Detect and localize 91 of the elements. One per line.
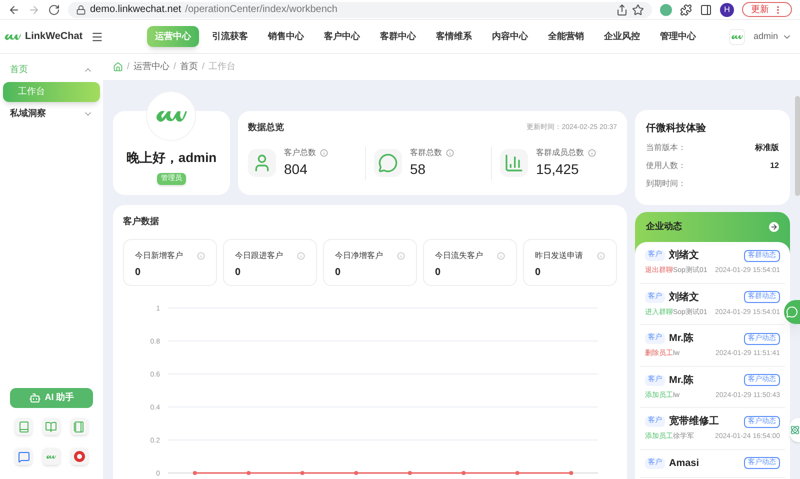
chat-bubble-icon [786, 306, 798, 318]
info-label: 使用人数： [646, 160, 686, 172]
nav-tab[interactable]: 全能营销 [541, 26, 591, 47]
data-point [569, 470, 574, 474]
stat-value: 15,425 [536, 160, 580, 178]
panel-title: 企业动态 [646, 220, 682, 234]
breadcrumb-separator: / [202, 60, 205, 74]
customer-name: Amasi [669, 456, 700, 470]
puzzle-icon[interactable] [680, 4, 692, 16]
info-icon[interactable] [497, 252, 505, 260]
update-button[interactable]: 更新 [742, 2, 792, 17]
greeting: 晚上好，admin [126, 148, 217, 166]
metric-value: 0 [535, 266, 542, 280]
nav-tab[interactable]: 管理中心 [653, 26, 703, 47]
data-point [300, 470, 304, 474]
notebook-icon[interactable] [70, 418, 88, 435]
forward-icon[interactable] [28, 4, 40, 16]
metric-label: 今日净增客户 [335, 250, 383, 262]
book-icon[interactable] [15, 418, 32, 435]
info-value: 标准版 [755, 142, 779, 154]
data-point [408, 470, 412, 474]
metric-label: 今日跟进客户 [235, 250, 283, 262]
info-icon[interactable] [588, 148, 596, 156]
nav-tab[interactable]: 客户中心 [317, 26, 367, 47]
metric-value: 0 [235, 266, 242, 280]
open-book-icon[interactable] [42, 418, 60, 435]
data-point [192, 470, 197, 474]
metric-label: 今日新增客户 [135, 250, 183, 262]
nav-tab[interactable]: 内容中心 [485, 26, 535, 47]
metric-value: 0 [135, 266, 142, 280]
back-icon[interactable] [8, 4, 20, 16]
atom-icon [790, 425, 800, 435]
user-name[interactable]: admin [753, 30, 778, 44]
metric-value: 0 [435, 266, 442, 280]
logo-icon [731, 32, 744, 40]
reload-icon[interactable] [48, 4, 60, 16]
stat-label: 客户总数 [284, 146, 316, 158]
robot-icon [28, 392, 41, 404]
customer-name: 刘绪文 [669, 290, 700, 304]
profile-avatar[interactable]: H [720, 2, 734, 16]
breadcrumb-item: 工作台 [208, 60, 236, 74]
nav-tab[interactable]: 引流获客 [205, 26, 255, 47]
assistant-float-button[interactable] [790, 418, 800, 442]
arrow-right-icon[interactable] [769, 222, 779, 232]
card-title: 数据总览 [248, 121, 284, 134]
bar-chart-icon [504, 153, 524, 173]
customer-name: 宽带维修工 [669, 414, 720, 429]
info-icon[interactable] [197, 252, 205, 260]
info-label: 当前版本： [646, 142, 686, 154]
metric-label: 昨日发送申请 [535, 250, 583, 262]
breadcrumb-item[interactable]: 首页 [180, 60, 198, 74]
customer-name: Mr.陈 [669, 332, 694, 346]
info-label: 到期时间： [646, 178, 686, 190]
info-icon[interactable] [320, 148, 328, 156]
info-icon[interactable] [397, 252, 405, 260]
data-point [246, 470, 251, 474]
stat-label: 客群成员总数 [536, 146, 584, 158]
info-icon[interactable] [597, 252, 605, 260]
chat-icon[interactable] [15, 448, 32, 465]
info-icon[interactable] [446, 148, 454, 156]
data-point [515, 470, 520, 474]
home-icon[interactable] [113, 62, 123, 72]
data-point [354, 470, 358, 474]
nav-tab[interactable]: 客群中心 [373, 26, 423, 47]
stat-value: 804 [284, 160, 308, 178]
data-point [462, 470, 466, 474]
card-title: 客户数据 [123, 215, 160, 228]
stat-value: 58 [410, 160, 427, 178]
breadcrumb-item[interactable]: 运营中心 [134, 60, 170, 74]
customer-name: 刘绪文 [669, 248, 700, 263]
metric-label: 今日流失客户 [435, 250, 483, 262]
nav-tab[interactable]: 销售中心 [261, 26, 311, 47]
chat-bubble-icon [378, 153, 398, 173]
stat-label: 客群总数 [410, 146, 442, 158]
info-icon[interactable] [297, 252, 305, 260]
logo-icon [154, 108, 188, 124]
company-name: 仟微科技体验 [646, 122, 707, 136]
extension-icon[interactable] [660, 4, 672, 16]
info-value: 12 [770, 160, 779, 172]
nav-tab[interactable]: 客情维系 [429, 26, 479, 47]
address-bar[interactable]: demo.linkwechat.net /operationCenter/index/workbench [68, 2, 652, 18]
logo-icon [46, 454, 56, 460]
metric-value: 0 [335, 266, 342, 280]
breadcrumb-separator: / [174, 60, 176, 74]
breadcrumb-separator: / [127, 60, 130, 74]
sidebar-group[interactable]: 私域洞察 [0, 102, 103, 126]
side-panel-icon[interactable] [700, 4, 712, 16]
g-circle-icon[interactable] [70, 448, 88, 465]
brand-name: LinkWeChat [25, 30, 83, 44]
customer-name: Mr.陈 [669, 374, 694, 388]
nav-tab[interactable]: 企业风控 [597, 26, 647, 47]
